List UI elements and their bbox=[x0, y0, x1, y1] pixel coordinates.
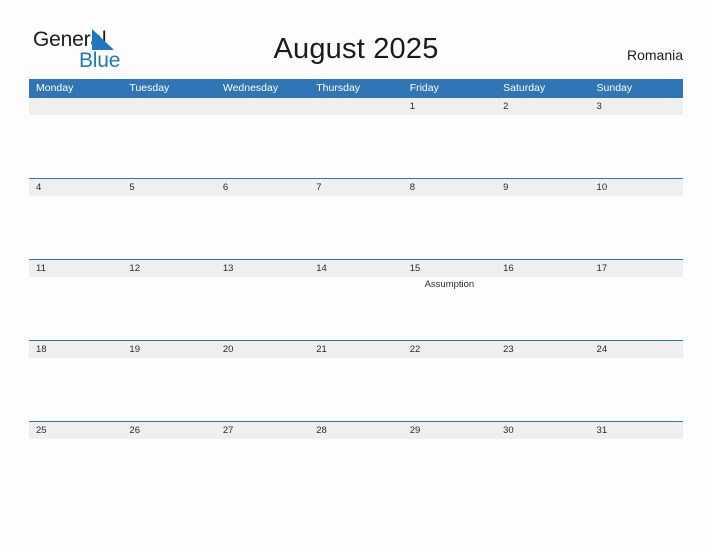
day-cell[interactable] bbox=[590, 196, 683, 258]
day-number[interactable]: 12 bbox=[122, 260, 215, 277]
day-number[interactable]: 18 bbox=[29, 341, 122, 358]
week-date-band: 11 12 13 14 15 16 17 bbox=[29, 260, 683, 277]
day-number[interactable]: 27 bbox=[216, 422, 309, 439]
day-number[interactable]: 7 bbox=[309, 179, 402, 196]
day-cell[interactable] bbox=[29, 277, 122, 339]
day-cell[interactable] bbox=[216, 196, 309, 258]
day-cell[interactable] bbox=[216, 439, 309, 501]
calendar-week-row: 25 26 27 28 29 30 31 bbox=[29, 421, 683, 502]
day-cell[interactable] bbox=[403, 439, 496, 501]
weekday-header-friday: Friday bbox=[409, 82, 439, 94]
day-cell[interactable] bbox=[590, 115, 683, 177]
day-cell[interactable] bbox=[309, 439, 402, 501]
calendar-week-row: 11 12 13 14 15 16 17 Assumption bbox=[29, 259, 683, 340]
day-number[interactable]: 20 bbox=[216, 341, 309, 358]
day-number[interactable]: 10 bbox=[590, 179, 683, 196]
day-number[interactable]: 13 bbox=[216, 260, 309, 277]
week-event-band bbox=[29, 439, 683, 501]
day-cell[interactable] bbox=[590, 358, 683, 420]
week-date-band: 4 5 6 7 8 9 10 bbox=[29, 179, 683, 196]
day-cell[interactable] bbox=[122, 358, 215, 420]
week-event-band bbox=[29, 115, 683, 177]
page-title: August 2025 bbox=[273, 33, 439, 65]
day-cell[interactable] bbox=[122, 439, 215, 501]
day-cell[interactable] bbox=[496, 196, 589, 258]
calendar-grid: Monday Tuesday Wednesday Thursday Friday… bbox=[29, 79, 683, 502]
calendar-week-row: 1 2 3 bbox=[29, 97, 683, 178]
day-number[interactable]: 15 bbox=[403, 260, 496, 277]
day-number[interactable]: 3 bbox=[590, 98, 683, 115]
country-label: Romania bbox=[626, 47, 683, 63]
day-number[interactable]: 17 bbox=[590, 260, 683, 277]
day-number[interactable]: 26 bbox=[122, 422, 215, 439]
calendar-week-row: 18 19 20 21 22 23 24 bbox=[29, 340, 683, 421]
week-event-band bbox=[29, 358, 683, 420]
day-cell[interactable] bbox=[590, 439, 683, 501]
day-cell[interactable] bbox=[122, 277, 215, 339]
weekday-header-tuesday: Tuesday bbox=[129, 82, 170, 94]
day-cell[interactable] bbox=[403, 196, 496, 258]
week-date-band: 18 19 20 21 22 23 24 bbox=[29, 341, 683, 358]
day-number[interactable] bbox=[216, 98, 309, 115]
day-cell[interactable] bbox=[309, 358, 402, 420]
week-event-band: Assumption bbox=[29, 277, 683, 339]
day-number[interactable]: 1 bbox=[403, 98, 496, 115]
day-number[interactable] bbox=[309, 98, 402, 115]
day-number[interactable]: 2 bbox=[496, 98, 589, 115]
day-number[interactable]: 23 bbox=[496, 341, 589, 358]
day-cell[interactable] bbox=[122, 115, 215, 177]
day-event-text: Assumption bbox=[424, 279, 475, 290]
weekday-header-monday: Monday bbox=[36, 82, 74, 94]
week-event-band bbox=[29, 196, 683, 258]
calendar-week-row: 4 5 6 7 8 9 10 bbox=[29, 178, 683, 259]
week-date-band: 25 26 27 28 29 30 31 bbox=[29, 422, 683, 439]
day-number[interactable]: 24 bbox=[590, 341, 683, 358]
day-cell[interactable] bbox=[403, 115, 496, 177]
day-cell[interactable] bbox=[29, 196, 122, 258]
day-number[interactable]: 29 bbox=[403, 422, 496, 439]
day-cell[interactable] bbox=[29, 439, 122, 501]
day-cell[interactable] bbox=[216, 277, 309, 339]
day-cell[interactable] bbox=[496, 439, 589, 501]
day-number[interactable]: 8 bbox=[403, 179, 496, 196]
day-cell[interactable] bbox=[496, 277, 589, 339]
day-cell[interactable] bbox=[122, 196, 215, 258]
day-number[interactable]: 31 bbox=[590, 422, 683, 439]
day-cell[interactable] bbox=[496, 115, 589, 177]
day-cell[interactable] bbox=[496, 358, 589, 420]
week-date-band: 1 2 3 bbox=[29, 98, 683, 115]
day-cell[interactable] bbox=[403, 358, 496, 420]
day-number[interactable]: 9 bbox=[496, 179, 589, 196]
weekday-header-thursday: Thursday bbox=[316, 82, 361, 94]
day-number[interactable]: 14 bbox=[309, 260, 402, 277]
page-header: General Blue August 2025 Romania bbox=[0, 0, 712, 79]
day-cell[interactable] bbox=[216, 358, 309, 420]
day-number[interactable]: 25 bbox=[29, 422, 122, 439]
day-cell[interactable] bbox=[216, 115, 309, 177]
day-number[interactable]: 6 bbox=[216, 179, 309, 196]
weekday-header-row: Monday Tuesday Wednesday Thursday Friday… bbox=[29, 79, 683, 97]
day-number[interactable]: 4 bbox=[29, 179, 122, 196]
weekday-header-saturday: Saturday bbox=[503, 82, 546, 94]
day-cell[interactable]: Assumption bbox=[403, 277, 496, 339]
day-cell[interactable] bbox=[309, 115, 402, 177]
weekday-header-wednesday: Wednesday bbox=[222, 82, 279, 94]
calendar-page: General Blue August 2025 Romania Monday … bbox=[0, 0, 712, 550]
day-number[interactable]: 5 bbox=[122, 179, 215, 196]
day-number[interactable]: 19 bbox=[122, 341, 215, 358]
day-cell[interactable] bbox=[309, 196, 402, 258]
day-number[interactable]: 30 bbox=[496, 422, 589, 439]
day-number[interactable]: 28 bbox=[309, 422, 402, 439]
day-number[interactable]: 22 bbox=[403, 341, 496, 358]
day-cell[interactable] bbox=[309, 277, 402, 339]
day-number[interactable]: 21 bbox=[309, 341, 402, 358]
weekday-header-sunday: Sunday bbox=[596, 82, 633, 94]
day-number[interactable]: 11 bbox=[29, 260, 122, 277]
day-cell[interactable] bbox=[29, 115, 122, 177]
day-number[interactable] bbox=[122, 98, 215, 115]
day-cell[interactable] bbox=[29, 358, 122, 420]
day-cell[interactable] bbox=[590, 277, 683, 339]
day-number[interactable] bbox=[29, 98, 122, 115]
day-number[interactable]: 16 bbox=[496, 260, 589, 277]
